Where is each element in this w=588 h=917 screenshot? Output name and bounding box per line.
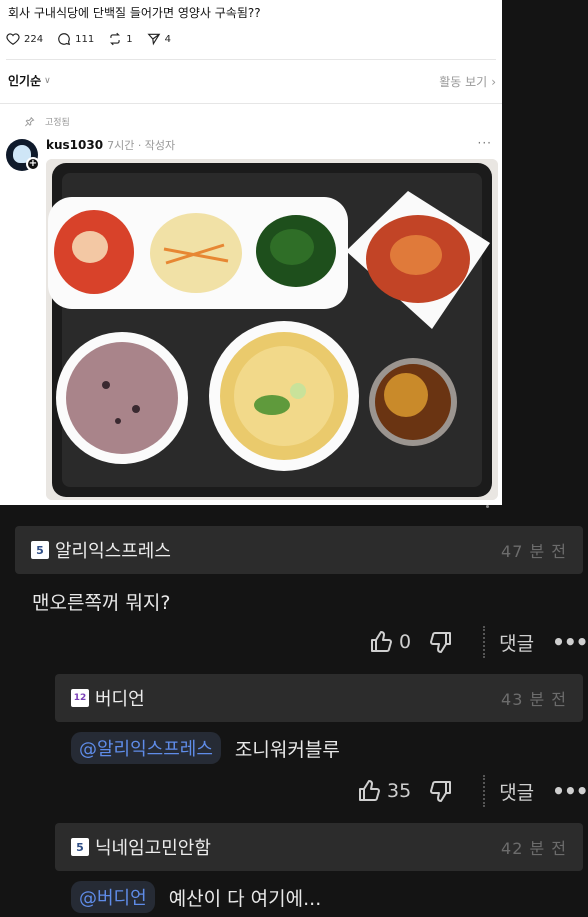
reply-button[interactable]: 댓글 xyxy=(499,629,534,656)
comment-body: 조니워커블루 xyxy=(234,738,340,761)
level-badge-icon: 5 xyxy=(31,541,49,559)
more-icon: ··· xyxy=(477,136,492,150)
embedded-post-screenshot: 회사 구내식당에 단백질 들어가면 영양사 구속됨?? 224 111 1 4 … xyxy=(0,0,502,505)
reply-button[interactable]: 댓글 xyxy=(499,778,534,805)
like-count: 35 xyxy=(387,780,412,802)
post-author-line: kus1030 7시간 · 작성자 xyxy=(46,137,175,153)
activity-label: 활동 보기 xyxy=(439,75,488,89)
chevron-down-icon: ∨ xyxy=(44,75,51,86)
thumbs-up-icon[interactable] xyxy=(369,630,393,654)
level-badge-icon: 5 xyxy=(71,838,89,856)
mention-link[interactable]: @버디언 xyxy=(71,881,155,913)
chevron-right-icon: › xyxy=(491,74,496,89)
comment-author[interactable]: 닉네임고민안함 xyxy=(95,834,211,860)
follow-plus-icon: + xyxy=(26,157,40,171)
comment-body: 맨오른쪽꺼 뭐지? xyxy=(32,592,171,614)
author-name: kus1030 xyxy=(46,138,104,152)
comment-header: 5 알리익스프레스 47 분 전 xyxy=(15,526,583,574)
share-icon xyxy=(147,33,160,46)
repost-icon xyxy=(110,32,121,46)
like-count: 224 xyxy=(24,33,44,45)
comment-author[interactable]: 알리익스프레스 xyxy=(55,537,171,563)
divider xyxy=(483,626,486,658)
more-options-icon[interactable]: ••• xyxy=(552,779,588,803)
divider xyxy=(6,59,496,60)
like-stat: 224 xyxy=(6,32,43,46)
post-stats: 224 111 1 4 xyxy=(6,32,171,46)
heart-icon xyxy=(6,33,20,45)
mention-link[interactable]: @알리익스프레스 xyxy=(71,732,221,764)
repost-stat: 1 xyxy=(108,32,133,46)
comment-time: 47 분 전 xyxy=(501,542,567,561)
comment-time: 43 분 전 xyxy=(501,690,567,709)
comment-header: 5 닉네임고민안함 42 분 전 xyxy=(55,823,583,871)
more-options-icon[interactable]: ••• xyxy=(552,630,588,654)
comment-header: 12 버디언 43 분 전 xyxy=(55,674,583,722)
comment-body: 예산이 다 여기에... xyxy=(168,887,322,910)
share-count: 4 xyxy=(164,33,171,45)
sort-dropdown: 인기순 ∨ xyxy=(8,72,51,89)
avatar: + xyxy=(6,139,40,171)
activity-link: 활동 보기 › xyxy=(439,73,496,90)
author-meta: 7시간 · 작성자 xyxy=(107,139,176,152)
comment-count: 111 xyxy=(75,33,95,45)
thumbs-down-icon[interactable] xyxy=(429,630,453,654)
share-stat: 4 xyxy=(147,32,171,46)
comment-actions: 0 댓글 ••• xyxy=(369,626,588,658)
thumbs-down-icon[interactable] xyxy=(429,779,453,803)
comment-text: 맨오른쪽꺼 뭐지? xyxy=(32,588,171,615)
comment-time: 42 분 전 xyxy=(501,839,567,858)
pinned-indicator: 고정됨 xyxy=(24,115,70,128)
post-title: 회사 구내식당에 단백질 들어가면 영양사 구속됨?? xyxy=(8,6,261,20)
comment-actions: 35 댓글 ••• xyxy=(357,775,588,807)
comment-author[interactable]: 버디언 xyxy=(95,685,145,711)
level-badge-icon: 12 xyxy=(71,689,89,707)
divider xyxy=(483,775,486,807)
comment-text: @알리익스프레스 조니워커블루 xyxy=(71,732,340,764)
comment-text: @버디언 예산이 다 여기에... xyxy=(71,881,321,913)
thumbs-up-icon[interactable] xyxy=(357,779,381,803)
sort-label: 인기순 xyxy=(8,74,42,88)
dots-separator xyxy=(486,505,489,508)
divider xyxy=(0,103,502,104)
pinned-label: 고정됨 xyxy=(45,118,70,128)
repost-count: 1 xyxy=(126,33,133,45)
meal-tray-photo xyxy=(46,159,498,500)
like-count: 0 xyxy=(399,631,412,653)
comment-icon xyxy=(58,33,71,46)
comment-stat: 111 xyxy=(57,32,94,46)
pin-icon xyxy=(25,117,35,127)
